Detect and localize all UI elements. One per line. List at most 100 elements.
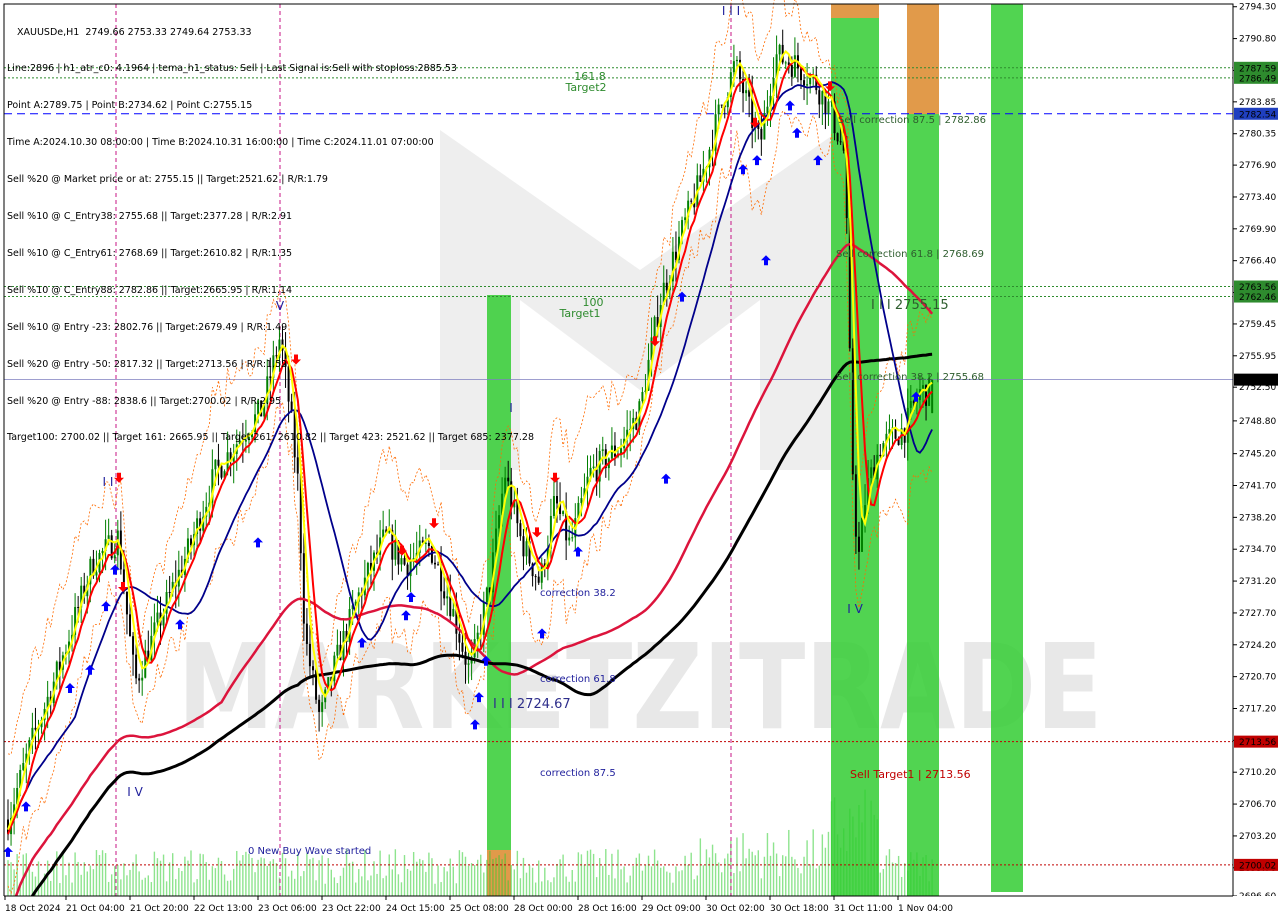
correction-618-label: correction 61.8	[540, 674, 616, 685]
candle-body	[571, 537, 574, 539]
price-label-text: 2762.46	[1239, 293, 1276, 303]
time-tick-label: 29 Oct 09:00	[642, 904, 701, 914]
info-line: Sell %10 @ C_Entry38: 2755.68 || Target:…	[7, 211, 293, 223]
price-tick-label: 2748.80	[1239, 417, 1276, 427]
price-tick-label: 2706.70	[1239, 800, 1276, 810]
price-tick-label: 2773.40	[1239, 193, 1276, 203]
price-tick-label: 2776.90	[1239, 161, 1276, 171]
candle-body	[458, 633, 461, 643]
price-tick-label: 2769.90	[1239, 225, 1276, 235]
candle-body	[806, 84, 809, 86]
candle-body	[125, 591, 128, 615]
candle-body	[525, 541, 528, 557]
candle-body	[665, 282, 668, 291]
price-label-badge: 2786.49	[1234, 71, 1278, 84]
candle-body	[449, 596, 452, 617]
candle-body	[735, 59, 738, 62]
time-tick-label: 23 Oct 06:00	[258, 904, 317, 914]
target1-label: Target1	[558, 307, 600, 320]
time-tick-label: 24 Oct 15:00	[386, 904, 445, 914]
price-label-text: 2700.02	[1239, 861, 1276, 871]
candle-body	[302, 553, 305, 624]
candle-body	[836, 133, 839, 142]
info-line: Point A:2789.75 | Point B:2734.62 | Poin…	[7, 100, 253, 112]
candle-body	[321, 702, 324, 712]
price-tick-label: 2724.20	[1239, 641, 1276, 651]
candle-body	[778, 44, 781, 55]
info-line: Sell %20 @ Entry -88: 2838.6 || Target:2…	[7, 395, 282, 407]
info-line: Sell %20 @ Entry -50: 2817.32 || Target:…	[7, 358, 288, 370]
candle-body	[793, 55, 796, 77]
price-tick-label: 2734.70	[1239, 545, 1276, 555]
candle-body	[446, 596, 449, 599]
candle-body	[690, 200, 693, 202]
candle-body	[318, 699, 321, 712]
candle-body	[790, 65, 793, 77]
candle-body	[909, 401, 912, 408]
candle-body	[861, 518, 863, 552]
zone-green	[831, 18, 879, 896]
price-tick-label: 2790.80	[1239, 35, 1276, 45]
candle-body	[138, 678, 141, 681]
candle-body	[101, 550, 104, 553]
candle-body	[732, 61, 735, 73]
candle-body	[305, 623, 308, 644]
candle-body	[851, 348, 854, 475]
price-tick-label: 2710.20	[1239, 768, 1276, 778]
candle-body	[931, 379, 934, 414]
candle-body	[507, 477, 510, 482]
price-tick-label: 2780.35	[1239, 130, 1276, 140]
info-line: Line:2896 | h1_atr_c0: 4.1964 | tema_h1_…	[7, 63, 457, 75]
candle-body	[580, 498, 583, 503]
time-tick-label: 30 Oct 18:00	[770, 904, 829, 914]
time-tick-label: 21 Oct 20:00	[130, 904, 189, 914]
price-tick-label: 2727.70	[1239, 609, 1276, 619]
candle-body	[168, 592, 171, 594]
candle-body	[854, 474, 857, 537]
time-tick-label: 28 Oct 16:00	[578, 904, 637, 914]
candle-body	[22, 763, 25, 770]
candle-body	[745, 90, 748, 94]
candle-body	[870, 467, 873, 479]
candle-body	[495, 528, 497, 553]
wave-iii-low-label: I I I 2724.67	[493, 697, 571, 712]
sell-target1-label: Sell Target1 | 2713.56	[850, 768, 971, 781]
price-tick-label: 2755.95	[1239, 352, 1276, 362]
candle-body	[312, 666, 314, 671]
candle-body	[552, 496, 555, 516]
time-tick-label: 18 Oct 2024	[5, 904, 61, 914]
time-axis-background	[0, 896, 1280, 920]
candle-body	[214, 459, 217, 470]
candle-body	[129, 614, 131, 637]
time-tick-label: 22 Oct 13:00	[194, 904, 253, 914]
candle-body	[437, 564, 440, 566]
candle-body	[537, 576, 540, 583]
price-label-badge: 2782.54	[1234, 107, 1278, 120]
price-tick-label: 2731.20	[1239, 577, 1276, 587]
indicator-info-panel: XAUUSDe,H1 2749.66 2753.33 2749.64 2753.…	[7, 2, 534, 457]
time-tick-label: 30 Oct 02:00	[706, 904, 765, 914]
time-axis[interactable]: 18 Oct 2024 21 Oct 04:00 21 Oct 20:00 22 Oc…	[0, 895, 1280, 920]
zone-orange	[831, 4, 879, 18]
candle-body	[220, 465, 223, 478]
zone-orange	[907, 4, 939, 114]
price-label-text: 2786.49	[1239, 74, 1276, 84]
candle-body	[800, 68, 802, 81]
info-line: Sell %10 @ C_Entry88: 2782.86 || Target:…	[7, 284, 293, 296]
price-tick-label: 2783.85	[1239, 98, 1276, 108]
candle-body	[641, 391, 644, 402]
candle-body	[135, 654, 138, 679]
target2-label: Target2	[564, 81, 606, 94]
candle-body	[684, 217, 687, 221]
candle-body	[141, 677, 144, 681]
candle-body	[653, 317, 656, 338]
candle-body	[424, 542, 427, 544]
info-line: Sell %10 @ C_Entry61: 2768.69 || Target:…	[7, 247, 293, 259]
price-label-text: 2713.56	[1239, 738, 1276, 748]
info-line: Target100: 2700.02 || Target 161: 2665.9…	[7, 432, 534, 444]
price-tick-label: 2766.40	[1239, 257, 1276, 267]
candle-body	[485, 587, 488, 602]
candle-body	[452, 608, 455, 617]
price-tick-label: 2703.20	[1239, 832, 1276, 842]
time-tick-label: 21 Oct 04:00	[66, 904, 125, 914]
